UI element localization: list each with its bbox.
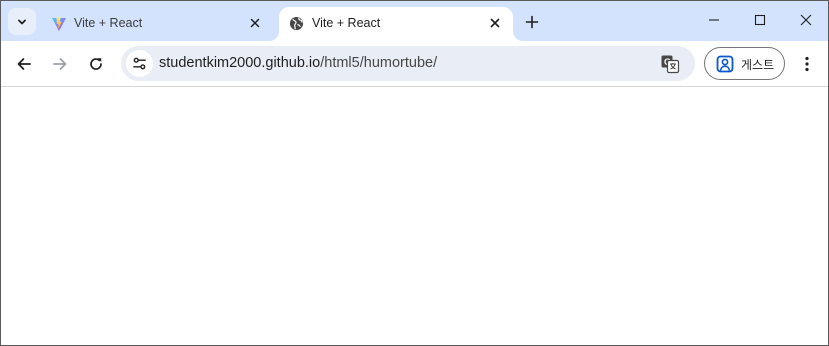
browser-window: Vite + React Vite + React studentkim2000… — [0, 0, 829, 346]
close-tab-icon[interactable] — [246, 14, 264, 32]
url-host: studentkim2000.github.io — [159, 55, 321, 71]
profile-label: 게스트 — [741, 58, 775, 72]
menu-button[interactable] — [793, 49, 821, 79]
profile-button[interactable]: 게스트 — [704, 47, 785, 80]
more-vert-icon — [805, 56, 809, 72]
tab-title: Vite + React — [74, 16, 143, 30]
tab-search-button[interactable] — [8, 8, 36, 35]
vite-logo-icon — [50, 15, 67, 32]
tab-vite-react-1[interactable]: Vite + React — [41, 7, 273, 41]
arrow-left-icon — [17, 58, 31, 70]
tab-title: Vite + React — [312, 16, 381, 30]
site-info-button[interactable] — [126, 50, 153, 77]
maximize-button[interactable] — [737, 1, 783, 39]
chevron-down-icon — [18, 19, 26, 24]
reload-button[interactable] — [81, 49, 111, 79]
guest-profile-icon — [716, 55, 734, 73]
new-tab-button[interactable] — [520, 10, 544, 34]
reload-icon — [90, 58, 102, 70]
minimize-icon — [709, 19, 719, 21]
url-path: /html5/humortube/ — [320, 55, 438, 71]
maximize-icon — [754, 14, 766, 26]
page-content — [1, 88, 828, 345]
close-icon — [800, 14, 812, 26]
forward-button[interactable] — [45, 49, 75, 79]
plus-icon — [525, 15, 539, 29]
address-bar[interactable]: studentkim2000.github.io/html5/humortube… — [121, 46, 695, 81]
arrow-right-icon — [53, 58, 67, 70]
close-tab-icon[interactable] — [486, 14, 504, 32]
translate-button[interactable]: G — [659, 53, 681, 75]
minimize-button[interactable] — [691, 1, 737, 39]
url-text[interactable]: studentkim2000.github.io/html5/humortube… — [159, 55, 437, 71]
close-window-button[interactable] — [783, 1, 828, 39]
translate-icon: G — [661, 55, 680, 74]
globe-icon — [288, 15, 305, 32]
toolbar: studentkim2000.github.io/html5/humortube… — [1, 41, 828, 87]
tab-strip: Vite + React Vite + React — [1, 1, 828, 41]
back-button[interactable] — [9, 49, 39, 79]
tab-vite-react-2[interactable]: Vite + React — [279, 7, 513, 41]
tune-icon — [133, 57, 146, 70]
